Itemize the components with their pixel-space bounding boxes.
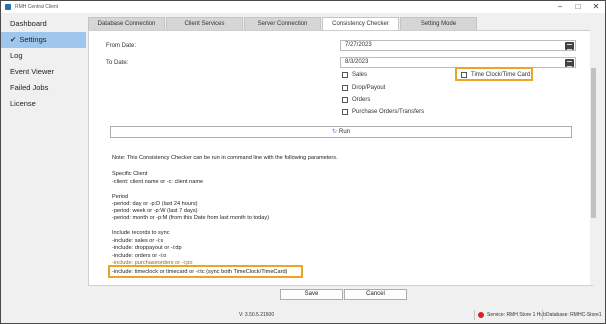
version-text: V: 3.50.5.21500 [239, 312, 275, 318]
sidebar-item-label: Settings [19, 35, 47, 44]
from-date-label: From Date: [106, 43, 137, 49]
checkbox-box[interactable] [342, 109, 348, 115]
sales-checkbox[interactable]: Sales [342, 72, 367, 78]
sidebar-item-license[interactable]: License [1, 96, 86, 112]
drop-payout-checkbox-label: Drop/Payout [352, 85, 386, 91]
sidebar-item-log[interactable]: Log [1, 48, 86, 64]
sidebar-item-label: Event Viewer [10, 67, 55, 76]
title-bar: RMH Central Client – □ ✕ [1, 1, 605, 13]
orders-checkbox[interactable]: Orders [342, 97, 370, 103]
note-line: Period [112, 194, 129, 200]
status-bar: V: 3.50.5.21500 Service: RMH Store 1 Hub… [86, 308, 605, 322]
window-title: RMH Central Client [15, 4, 59, 10]
calendar-icon[interactable] [565, 59, 574, 67]
service-status: Service: RMH Store 1 Hub [474, 310, 546, 320]
note-line: Note: This Consistency Checker can be ru… [112, 155, 338, 161]
note-line: -period: day or -p:D (last 24 hours) [112, 201, 198, 207]
purchase-orders-checkbox[interactable]: Purchase Orders/Transfers [342, 109, 424, 115]
tab-database-connection[interactable]: Database Connection [88, 17, 165, 30]
checkbox-box[interactable] [342, 97, 348, 103]
sidebar-item-label: Failed Jobs [10, 83, 49, 92]
note-line: Specific Client [112, 171, 148, 177]
time-clock-highlight [455, 67, 533, 81]
note-line: -include: droppayout or -i:dp [112, 245, 182, 251]
note-line: Include records to sync [112, 230, 170, 236]
note-line: -client: client name or -c: client name [112, 179, 204, 185]
sidebar-item-dashboard[interactable]: Dashboard [1, 16, 86, 32]
run-button-label: Run [339, 129, 351, 135]
note-line: -period: month or -p:M (from this Date f… [112, 215, 269, 221]
sidebar-item-settings[interactable]: ✔ Settings [1, 32, 86, 48]
time-clock-note-highlight [108, 265, 303, 278]
from-date-field[interactable]: 7/27/2023 [340, 40, 576, 51]
tab-server-connection[interactable]: Server Connection [244, 17, 321, 30]
checkbox-box[interactable] [342, 72, 348, 78]
maximize-button[interactable]: □ [573, 2, 583, 12]
tab-setting-mode[interactable]: Setting Mode [400, 17, 477, 30]
checkbox-box[interactable] [342, 85, 348, 91]
refresh-icon: ↻ [331, 129, 337, 135]
cancel-button[interactable]: Cancel [344, 289, 407, 300]
database-text: Database: RMHC-Store1 [542, 310, 602, 320]
orders-checkbox-label: Orders [352, 97, 371, 103]
note-line: -include: orders or -i:o [112, 253, 167, 259]
close-button[interactable]: ✕ [591, 2, 601, 12]
sidebar-item-failed-jobs[interactable]: Failed Jobs [1, 80, 86, 96]
service-status-indicator-icon [478, 311, 484, 318]
to-date-label: To Date: [106, 60, 129, 66]
tab-consistency-checker[interactable]: Consistency Checker [322, 17, 399, 31]
calendar-icon[interactable] [565, 42, 574, 50]
run-button[interactable]: ↻ Run [110, 126, 572, 138]
sidebar-item-event-viewer[interactable]: Event Viewer [1, 64, 86, 80]
from-date-value: 7/27/2023 [345, 42, 372, 48]
service-text: Service: RMH Store 1 Hub [487, 312, 546, 318]
sidebar-item-label: License [10, 99, 36, 108]
save-button[interactable]: Save [280, 289, 343, 300]
note-line: -include: sales or -i:s [112, 238, 164, 244]
checkmark-icon: ✔ [10, 35, 17, 44]
sidebar-item-label: Log [10, 51, 23, 60]
sidebar-item-label: Dashboard [10, 19, 47, 28]
purchase-orders-checkbox-label: Purchase Orders/Transfers [352, 109, 425, 115]
to-date-value: 8/3/2023 [345, 59, 369, 65]
drop-payout-checkbox[interactable]: Drop/Payout [342, 85, 385, 91]
sidebar: Dashboard ✔ Settings Log Event Viewer Fa… [1, 13, 86, 323]
minimize-button[interactable]: – [555, 2, 565, 12]
tab-bar: Database Connection Client Services Serv… [88, 17, 478, 31]
app-logo-icon [5, 4, 11, 10]
sales-checkbox-label: Sales [352, 72, 368, 78]
note-line: -period: week or -p:W (last 7 days) [112, 208, 198, 214]
scrollbar-thumb[interactable] [591, 68, 596, 218]
tab-client-services[interactable]: Client Services [166, 17, 243, 30]
